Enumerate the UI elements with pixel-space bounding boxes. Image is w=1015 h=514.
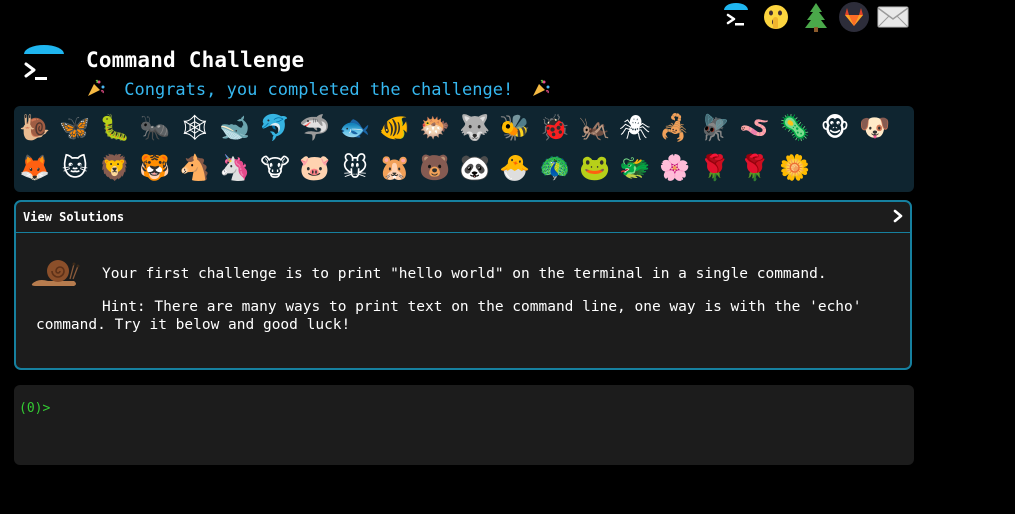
bee-icon[interactable]: 🐝 xyxy=(498,110,532,146)
snail-icon[interactable]: 🐌 xyxy=(18,110,52,146)
dolphin-icon[interactable]: 🐬 xyxy=(258,110,292,146)
fly-icon[interactable]: 🪰 xyxy=(698,110,732,146)
butterfly-icon[interactable]: 🦋 xyxy=(58,110,92,146)
lion-icon[interactable]: 🦁 xyxy=(98,150,132,186)
worm-icon[interactable]: 🪱 xyxy=(738,110,772,146)
cricket-icon[interactable]: 🦗 xyxy=(578,110,612,146)
fox-icon[interactable]: 🦊 xyxy=(18,150,52,186)
logo-icon xyxy=(22,44,66,88)
evergreen-tree-icon[interactable] xyxy=(800,1,832,33)
tropical-fish-icon[interactable]: 🐠 xyxy=(378,110,412,146)
terminal-prompt: (0)> xyxy=(19,401,51,416)
hint-text: Hint: There are many ways to print text … xyxy=(102,299,862,315)
gitlab-icon[interactable] xyxy=(838,1,870,33)
terminal-input[interactable]: (0)> xyxy=(14,385,914,465)
blossom-icon[interactable]: 🌼 xyxy=(778,150,812,186)
hamster-icon[interactable]: 🐹 xyxy=(378,150,412,186)
cherry-blossom-icon[interactable]: 🌸 xyxy=(658,150,692,186)
congrats-message: Congrats, you completed the challenge! xyxy=(86,78,551,100)
dragon-icon[interactable]: 🐲 xyxy=(618,150,652,186)
fish-icon[interactable]: 🐟 xyxy=(338,110,372,146)
envelope-icon[interactable] xyxy=(876,1,909,33)
challenge-panel: View Solutions Your first challenge is t… xyxy=(14,200,912,370)
challenge-badge-strip: 🐌 🦋 🐛 🐜 🕸 🐋 🐬 🦈 🐟 🐠 🐡 🐺 🐝 🐞 🦗 🕷 🦂 🪰 🪱 🦠 🐵 🐶 🦊 🐱 🦁 🐯 🐴 🦄 🐮 🐷 🐭 🐹 🐻 🐼 🐣 🦚 🐸 🐲 🌸… xyxy=(14,106,914,192)
rose-icon[interactable]: 🌹 xyxy=(698,150,732,186)
frog-icon[interactable]: 🐸 xyxy=(578,150,612,186)
page: Command Challenge Congrats, you complete… xyxy=(0,0,1015,514)
view-solutions-label: View Solutions xyxy=(23,210,125,224)
caterpillar-icon[interactable]: 🐛 xyxy=(98,110,132,146)
page-title: Command Challenge xyxy=(86,48,305,72)
party-popper-icon xyxy=(531,78,551,98)
peacock-icon[interactable]: 🦚 xyxy=(538,150,572,186)
shushing-face-icon[interactable] xyxy=(760,1,792,33)
bear-icon[interactable]: 🐻 xyxy=(418,150,452,186)
panda-icon[interactable]: 🐼 xyxy=(458,150,492,186)
monkey-icon[interactable]: 🐵 xyxy=(818,110,852,146)
tiger-icon[interactable]: 🐯 xyxy=(138,150,172,186)
whale-icon[interactable]: 🐋 xyxy=(218,110,252,146)
view-solutions-toggle[interactable]: View Solutions xyxy=(16,202,910,233)
scorpion-icon[interactable]: 🦂 xyxy=(658,110,692,146)
snail-icon xyxy=(28,254,80,290)
ladybug-icon[interactable]: 🐞 xyxy=(538,110,572,146)
unicorn-icon[interactable]: 🦄 xyxy=(218,150,252,186)
ant-icon[interactable]: 🐜 xyxy=(138,110,172,146)
chevron-right-icon xyxy=(891,208,905,224)
congrats-text: Congrats, you completed the challenge! xyxy=(124,80,514,100)
terminal-icon[interactable] xyxy=(720,1,752,33)
cow-icon[interactable]: 🐮 xyxy=(258,150,292,186)
hatching-chick-icon[interactable]: 🐣 xyxy=(498,150,532,186)
cat-icon[interactable]: 🐱 xyxy=(58,150,92,186)
hint-text-continued: command. Try it below and good luck! xyxy=(36,317,351,333)
wolf-icon[interactable]: 🐺 xyxy=(458,110,492,146)
top-nav xyxy=(720,0,1015,36)
blowfish-icon[interactable]: 🐡 xyxy=(418,110,452,146)
shark-icon[interactable]: 🦈 xyxy=(298,110,332,146)
pig-icon[interactable]: 🐷 xyxy=(298,150,332,186)
challenge-description: Your first challenge is to print "hello … xyxy=(102,266,827,282)
mouse-icon[interactable]: 🐭 xyxy=(338,150,372,186)
rose-small-icon[interactable]: 🌹 xyxy=(738,150,772,186)
dog-icon[interactable]: 🐶 xyxy=(858,110,892,146)
horse-icon[interactable]: 🐴 xyxy=(178,150,212,186)
spider-icon[interactable]: 🕷 xyxy=(618,110,652,146)
party-popper-icon xyxy=(86,78,106,98)
microbe-icon[interactable]: 🦠 xyxy=(778,110,812,146)
spider-web-icon[interactable]: 🕸 xyxy=(178,110,212,146)
